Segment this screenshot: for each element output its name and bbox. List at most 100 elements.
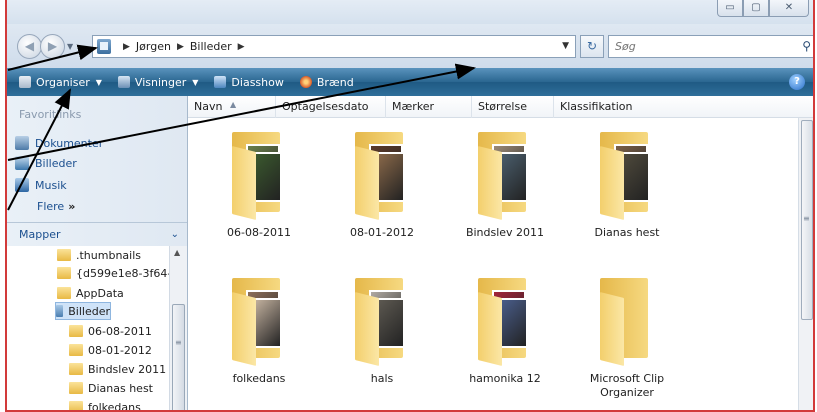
- views-label: Visninger: [134, 75, 187, 89]
- folder-name: Bindslev 2011: [465, 226, 545, 239]
- folder-name: folkedans: [232, 372, 286, 385]
- folder-icon: [69, 401, 83, 410]
- favorite-link-label: Musik: [35, 178, 67, 192]
- more-links-button[interactable]: Flere»: [37, 200, 75, 213]
- address-bar[interactable]: ▶ Jørgen ▶ Billeder ▶ ▼: [92, 35, 576, 58]
- favorite-link-musik[interactable]: Musik: [15, 178, 67, 192]
- search-box[interactable]: ⚲: [608, 35, 813, 58]
- explorer-window: ▭ ▢ ✕ ◀ ▶ ▼ ▶ Jørgen ▶ Billeder ▶ ▼ ↻ ⚲ …: [5, 0, 815, 412]
- folder-icon: [470, 126, 540, 220]
- folder-tile[interactable]: hals: [323, 272, 441, 386]
- folder-tile[interactable]: hamonika 12: [446, 272, 564, 386]
- folder-name: 06-08-2011: [227, 226, 291, 239]
- forward-button[interactable]: ▶: [40, 34, 65, 59]
- back-arrow-icon: ◀: [24, 39, 35, 53]
- scrollbar-grip-icon: ≡: [803, 214, 810, 223]
- folder-tree-scrollbar[interactable]: ▲ ≡: [169, 246, 187, 410]
- column-header-name[interactable]: Navn ▲: [188, 96, 276, 118]
- tree-item-06-08-2011[interactable]: 06-08-2011: [69, 322, 152, 340]
- folder-front: [355, 146, 379, 220]
- minimize-button[interactable]: ▭: [717, 0, 743, 17]
- column-header-rating[interactable]: Klassifikation: [554, 96, 660, 118]
- folder-name: Microsoft Clip Organizer: [589, 372, 665, 399]
- folder-front: [355, 292, 379, 366]
- folder-icon: [57, 249, 71, 261]
- folder-front: [600, 146, 624, 220]
- folder-photo-preview: [498, 298, 528, 348]
- command-toolbar: Organiser ▼ Visninger ▼ Diasshow Brænd ?: [7, 68, 813, 96]
- tree-item-dianas-hest[interactable]: Dianas hest: [69, 379, 153, 397]
- folders-header[interactable]: Mapper ⌄: [7, 222, 187, 246]
- folder-tile[interactable]: folkedans: [200, 272, 318, 386]
- organise-button[interactable]: Organiser ▼: [15, 70, 106, 94]
- folder-icon: [347, 126, 417, 220]
- column-headers: Navn ▲ Optagelsesdato Mærker Størrelse K…: [188, 96, 813, 118]
- address-row: ◀ ▶ ▼ ▶ Jørgen ▶ Billeder ▶ ▼ ↻ ⚲: [7, 24, 813, 68]
- tree-item-thumbnails[interactable]: .thumbnails: [57, 246, 141, 264]
- maximize-button[interactable]: ▢: [743, 0, 769, 17]
- folder-photo-preview: [252, 298, 282, 348]
- search-input[interactable]: [609, 36, 789, 57]
- tree-item-label: folkedans: [88, 400, 141, 412]
- folder-front: [600, 292, 624, 366]
- folder-icon: [592, 126, 662, 220]
- folder-icon: [592, 272, 662, 366]
- folder-icon: [69, 344, 83, 356]
- burn-disc-icon: [299, 76, 312, 88]
- close-button[interactable]: ✕: [769, 0, 809, 17]
- slideshow-label: Diasshow: [231, 75, 284, 89]
- title-bar: ▭ ▢ ✕: [7, 0, 813, 24]
- views-button[interactable]: Visninger ▼: [114, 70, 203, 94]
- tree-item-appdata[interactable]: AppData: [57, 284, 124, 302]
- tree-item-label: Bindslev 2011: [88, 362, 167, 376]
- refresh-button[interactable]: ↻: [580, 35, 604, 58]
- burn-button[interactable]: Brænd: [296, 70, 358, 94]
- refresh-icon: ↻: [586, 39, 598, 53]
- folder-tree: .thumbnails {d599e1e8-3f64- AppData Bill…: [7, 246, 169, 412]
- folder-photo-preview: [498, 152, 528, 202]
- favorite-link-billeder[interactable]: Billeder: [15, 156, 77, 170]
- slideshow-button[interactable]: Diasshow: [210, 70, 287, 94]
- folder-photo-preview: [375, 298, 405, 348]
- folder-icon: [57, 287, 71, 299]
- breadcrumb-item-jorgen[interactable]: Jørgen: [136, 40, 171, 53]
- breadcrumb-item-billeder[interactable]: Billeder: [190, 40, 232, 53]
- tree-item-bindslev-2011[interactable]: Bindslev 2011: [69, 360, 166, 378]
- folder-tile[interactable]: Bindslev 2011: [446, 126, 564, 240]
- recent-pages-dropdown-icon[interactable]: ▼: [67, 42, 73, 51]
- more-links-label: Flere: [37, 200, 65, 213]
- folder-tile[interactable]: Dianas hest: [568, 126, 686, 240]
- tree-item-billeder[interactable]: Billeder: [55, 302, 111, 320]
- organise-icon: [19, 76, 31, 88]
- tree-item-guid-folder[interactable]: {d599e1e8-3f64-: [57, 264, 169, 282]
- breadcrumb-chevron-icon[interactable]: ▶: [238, 42, 245, 52]
- scroll-up-icon[interactable]: ▲: [174, 248, 180, 257]
- favorite-link-dokumenter[interactable]: Dokumenter: [15, 136, 103, 150]
- tree-item-folkedans[interactable]: folkedans: [69, 398, 141, 412]
- folder-icon: [224, 272, 294, 366]
- folder-icon: [224, 126, 294, 220]
- folder-tile[interactable]: 06-08-2011: [200, 126, 318, 240]
- content-scrollbar[interactable]: ≡: [798, 118, 813, 410]
- column-header-date-taken[interactable]: Optagelsesdato: [276, 96, 386, 118]
- tree-item-label: 06-08-2011: [88, 324, 152, 338]
- column-header-label: Klassifikation: [560, 100, 633, 113]
- folder-tile[interactable]: Microsoft Clip Organizer: [568, 272, 686, 400]
- help-icon[interactable]: ?: [789, 74, 805, 90]
- search-icon[interactable]: ⚲: [802, 39, 811, 53]
- folder-tile[interactable]: 08-01-2012: [323, 126, 441, 240]
- scrollbar-thumb[interactable]: [172, 304, 185, 410]
- breadcrumb-chevron-icon[interactable]: ▶: [123, 42, 130, 52]
- pictures-library-icon: [56, 305, 64, 317]
- folder-photo-preview: [252, 152, 282, 202]
- folders-header-label: Mapper: [19, 228, 61, 241]
- column-header-size[interactable]: Størrelse: [472, 96, 554, 118]
- column-header-tags[interactable]: Mærker: [386, 96, 472, 118]
- breadcrumb-chevron-icon[interactable]: ▶: [177, 42, 184, 52]
- address-dropdown-icon[interactable]: ▼: [562, 41, 569, 51]
- back-button[interactable]: ◀: [17, 34, 42, 59]
- forward-arrow-icon: ▶: [47, 39, 58, 53]
- folder-name: 08-01-2012: [350, 226, 414, 239]
- column-header-label: Mærker: [392, 100, 435, 113]
- tree-item-08-01-2012[interactable]: 08-01-2012: [69, 341, 152, 359]
